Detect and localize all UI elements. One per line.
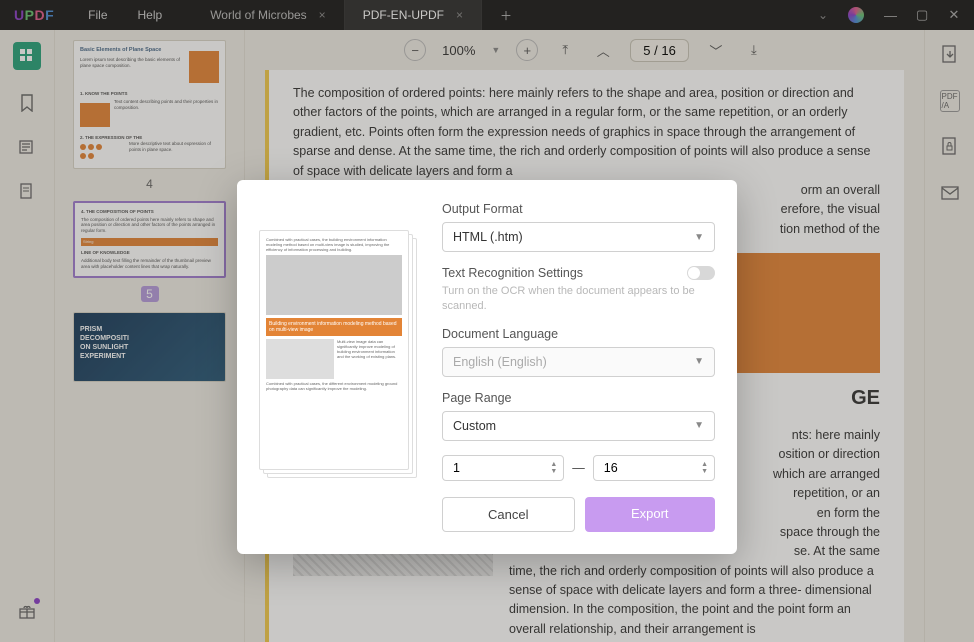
page-range-select[interactable]: Custom ▼	[442, 411, 715, 441]
dialog-preview: Combined with practical cases, the build…	[259, 202, 424, 532]
step-up-icon[interactable]: ▲	[550, 461, 557, 468]
step-down-icon[interactable]: ▼	[701, 468, 708, 475]
range-from-input[interactable]: ▲▼	[442, 455, 564, 481]
chevron-down-icon: ▼	[694, 232, 704, 243]
export-button[interactable]: Export	[585, 497, 716, 532]
range-to-input[interactable]: ▲▼	[593, 455, 715, 481]
step-up-icon[interactable]: ▲	[701, 461, 708, 468]
step-down-icon[interactable]: ▼	[550, 468, 557, 475]
ocr-toggle[interactable]	[687, 266, 715, 280]
ocr-label: Text Recognition Settings	[442, 266, 583, 280]
export-dialog: Combined with practical cases, the build…	[237, 180, 737, 554]
output-format-label: Output Format	[442, 202, 715, 216]
page-range-label: Page Range	[442, 391, 715, 405]
ocr-hint: Turn on the OCR when the document appear…	[442, 284, 715, 315]
chevron-down-icon: ▼	[694, 420, 704, 431]
output-format-select[interactable]: HTML (.htm) ▼	[442, 222, 715, 252]
range-dash: —	[572, 461, 585, 475]
language-select[interactable]: English (English) ▼	[442, 347, 715, 377]
chevron-down-icon: ▼	[694, 356, 704, 367]
cancel-button[interactable]: Cancel	[442, 497, 575, 532]
language-label: Document Language	[442, 327, 715, 341]
